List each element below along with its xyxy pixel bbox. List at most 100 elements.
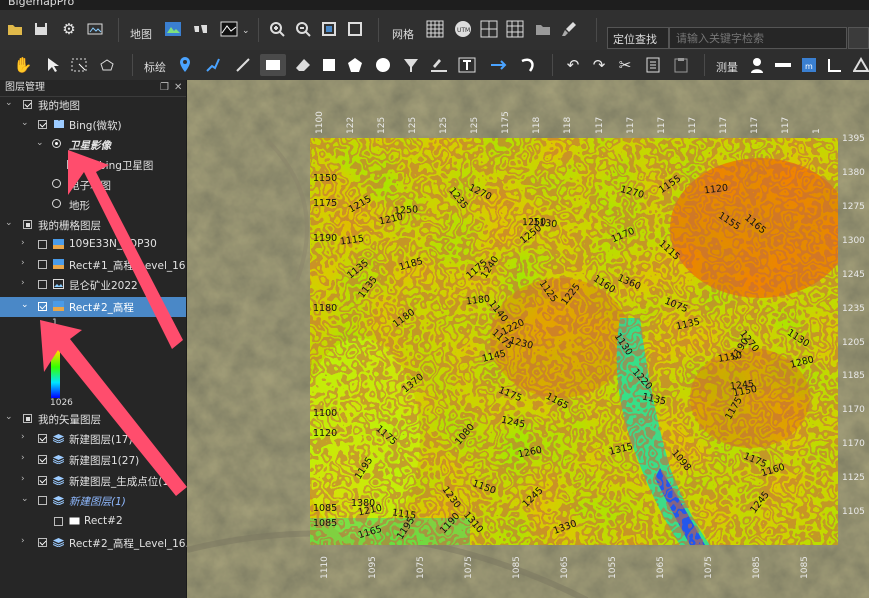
layer-checkbox[interactable] <box>67 160 76 169</box>
distance-icon[interactable] <box>772 54 794 76</box>
layer-item-vector-new[interactable]: ⌄ 新建图层(1) <box>0 491 186 511</box>
text-underline-icon[interactable] <box>428 54 450 76</box>
layer-item-vector-3[interactable]: › 新建图层_生成点位(15) <box>0 471 186 491</box>
chevron-right-icon[interactable]: › <box>21 238 25 248</box>
layer-checkbox[interactable] <box>38 302 47 311</box>
polygon-select-icon[interactable] <box>96 54 118 76</box>
layer-checkbox[interactable] <box>38 260 47 269</box>
close-icon[interactable]: ✕ <box>174 80 182 96</box>
fullscreen-icon[interactable] <box>344 18 366 40</box>
chevron-right-icon[interactable]: › <box>21 432 25 442</box>
utm-grid-icon[interactable]: UTM <box>452 18 474 40</box>
layer-checkbox[interactable] <box>38 434 47 443</box>
zoom-extent-icon[interactable] <box>318 18 340 40</box>
square-icon[interactable] <box>318 54 340 76</box>
grid-icon[interactable] <box>424 18 446 40</box>
chevron-right-icon[interactable]: › <box>21 278 25 288</box>
pan-hand-icon[interactable]: ✋ <box>12 54 34 76</box>
polyline-icon[interactable] <box>202 54 224 76</box>
layer-item-electronic-map[interactable]: 电子地图 <box>0 175 186 195</box>
angle-icon[interactable] <box>824 54 846 76</box>
chevron-down-icon[interactable]: ⌄ <box>5 218 13 228</box>
clear-brush-icon[interactable] <box>558 18 580 40</box>
eraser-icon[interactable] <box>292 54 314 76</box>
layer-item-rect2-elevation[interactable]: ⌄ Rect#2_高程 <box>0 297 186 317</box>
layer-checkbox[interactable] <box>38 120 47 129</box>
layer-radio[interactable] <box>52 179 61 188</box>
layer-item-rect2-level16[interactable]: › Rect#2_高程_Level_16... <box>0 533 196 553</box>
restore-icon[interactable]: ❐ <box>160 80 169 96</box>
layer-checkbox[interactable] <box>38 280 47 289</box>
arrow-right-icon[interactable] <box>488 54 510 76</box>
copy-icon[interactable] <box>642 54 664 76</box>
chevron-down-icon[interactable]: ⌄ <box>5 98 13 108</box>
layer-item-vector-1[interactable]: › 新建图层(17) <box>0 429 186 449</box>
chevron-right-icon[interactable]: › <box>21 258 25 268</box>
image-export-icon[interactable] <box>84 18 106 40</box>
layer-checkbox[interactable] <box>38 240 47 249</box>
terrain-icon[interactable] <box>218 18 240 40</box>
layer-group-vector[interactable]: ⌄ 我的矢量图层 <box>0 409 186 429</box>
chevron-down-icon[interactable]: ⌄ <box>5 412 13 422</box>
open-folder-icon[interactable] <box>4 18 26 40</box>
layer-checkbox[interactable] <box>23 414 32 423</box>
layer-checkbox[interactable] <box>38 476 47 485</box>
circle-icon[interactable] <box>372 54 394 76</box>
locate-select[interactable]: 定位查找 ⌄ <box>607 27 669 60</box>
scissors-icon[interactable]: ✂ <box>614 54 636 76</box>
zoom-out-icon[interactable] <box>292 18 314 40</box>
redo-icon[interactable]: ↷ <box>588 54 610 76</box>
layer-item-terrain[interactable]: 地形 <box>0 195 186 215</box>
rectangle-draw-icon[interactable] <box>260 54 286 76</box>
layer-item-raster-3[interactable]: › 昆仑矿业2022 <box>0 275 186 295</box>
gear-icon[interactable]: ⚙ <box>58 18 80 40</box>
chevron-down-icon[interactable]: ⌄ <box>21 118 29 128</box>
zoom-in-icon[interactable] <box>266 18 288 40</box>
select-arrow-icon[interactable] <box>42 54 64 76</box>
map-sheet-icon[interactable] <box>478 18 500 40</box>
chevron-right-icon[interactable]: › <box>21 536 25 546</box>
area-icon[interactable]: m <box>798 54 820 76</box>
map-pin-icon[interactable] <box>174 54 196 76</box>
layer-item-rect2[interactable]: Rect#2 <box>0 512 186 532</box>
layer-checkbox[interactable] <box>38 538 47 547</box>
layer-checkbox[interactable] <box>23 100 32 109</box>
layer-checkbox[interactable] <box>23 220 32 229</box>
layer-group-my-map[interactable]: ⌄ 我的地图 <box>0 95 186 115</box>
paste-icon[interactable] <box>670 54 692 76</box>
chevron-down-icon[interactable]: ⌄ <box>21 300 29 310</box>
save-icon[interactable] <box>30 18 52 40</box>
rect-select-icon[interactable] <box>68 54 90 76</box>
grid-line-icon[interactable] <box>504 18 526 40</box>
chevron-down-icon[interactable]: ⌄ <box>242 26 250 36</box>
chevron-down-icon[interactable]: ⌄ <box>21 494 29 504</box>
chevron-right-icon[interactable]: › <box>21 474 25 484</box>
line-icon[interactable] <box>232 54 254 76</box>
layer-item-satellite[interactable]: ⌄ 卫星影像 <box>0 135 186 155</box>
layer-radio[interactable] <box>52 139 61 148</box>
undo-icon[interactable]: ↶ <box>562 54 584 76</box>
triangle-icon[interactable] <box>850 54 869 76</box>
layer-checkbox[interactable] <box>38 455 47 464</box>
map-view[interactable]: 1245 1245 1230 1235 1250 1270 1240 1165 1130 1245… <box>187 80 869 598</box>
layer-item-raster-1[interactable]: › 109E33N_SOP30 <box>0 235 186 255</box>
chevron-right-icon[interactable]: › <box>21 453 25 463</box>
layer-item-raster-2[interactable]: › Rect#1_高程_Level_16 <box>0 255 186 275</box>
person-icon[interactable] <box>746 54 768 76</box>
layer-checkbox[interactable] <box>38 496 47 505</box>
layer-item-bing[interactable]: ⌄ Bing(微软) <box>0 115 186 135</box>
search-input[interactable] <box>669 27 847 49</box>
layer-item-vector-2[interactable]: › 新建图层1(27) <box>0 450 186 470</box>
search-button[interactable] <box>848 27 869 49</box>
map-layers-icon[interactable] <box>162 18 184 40</box>
text-box-icon[interactable] <box>456 54 478 76</box>
pentagon-icon[interactable] <box>344 54 366 76</box>
fill-icon[interactable] <box>400 54 422 76</box>
layer-radio[interactable] <box>52 199 61 208</box>
layer-checkbox[interactable] <box>54 517 63 526</box>
layer-item-bing-satellite[interactable]: bing卫星图 <box>0 155 186 175</box>
curve-arrow-icon[interactable] <box>518 54 540 76</box>
folder-icon[interactable] <box>532 18 554 40</box>
chevron-down-icon[interactable]: ⌄ <box>36 138 44 148</box>
world-map-icon[interactable] <box>190 18 212 40</box>
